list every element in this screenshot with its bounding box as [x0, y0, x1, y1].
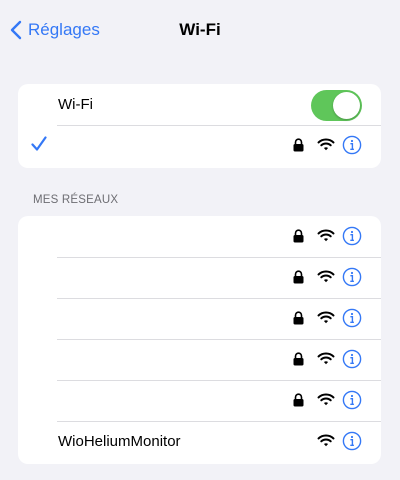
lock-icon — [293, 138, 304, 152]
wifi-toggle-label: Wi-Fi — [58, 96, 93, 113]
network-row[interactable]: WioHeliumMonitor — [18, 421, 381, 462]
lock-icon — [293, 311, 304, 325]
lock-icon — [293, 393, 304, 407]
lock-icon — [293, 352, 304, 366]
section-header-my-networks: MES RÉSEAUX — [33, 194, 119, 206]
wifi-icon — [317, 138, 335, 151]
connected-network-row[interactable] — [18, 125, 381, 166]
network-row[interactable] — [18, 380, 381, 421]
wifi-settings-group: Wi-Fi — [18, 84, 381, 168]
wifi-icon — [317, 393, 335, 406]
info-icon[interactable] — [342, 349, 362, 369]
wifi-icon — [317, 352, 335, 365]
info-icon[interactable] — [342, 135, 362, 155]
info-icon[interactable] — [342, 308, 362, 328]
info-icon[interactable] — [342, 390, 362, 410]
info-icon[interactable] — [342, 267, 362, 287]
network-row[interactable] — [18, 257, 381, 298]
toggle-knob — [333, 92, 360, 119]
wifi-toggle-row: Wi-Fi — [18, 84, 381, 125]
lock-icon — [293, 270, 304, 284]
wifi-toggle[interactable] — [311, 90, 362, 121]
checkmark-icon — [31, 136, 47, 151]
network-name: WioHeliumMonitor — [58, 433, 181, 450]
network-row[interactable] — [18, 298, 381, 339]
wifi-icon — [317, 434, 335, 447]
wifi-icon — [317, 270, 335, 283]
network-row[interactable] — [18, 339, 381, 380]
my-networks-list: WioHeliumMonitor — [18, 216, 381, 464]
network-row[interactable] — [18, 216, 381, 257]
lock-icon — [293, 229, 304, 243]
navigation-bar: Réglages Wi-Fi — [0, 0, 400, 60]
info-icon[interactable] — [342, 226, 362, 246]
info-icon[interactable] — [342, 431, 362, 451]
page-title: Wi-Fi — [179, 20, 221, 39]
wifi-icon — [317, 229, 335, 242]
wifi-icon — [317, 311, 335, 324]
